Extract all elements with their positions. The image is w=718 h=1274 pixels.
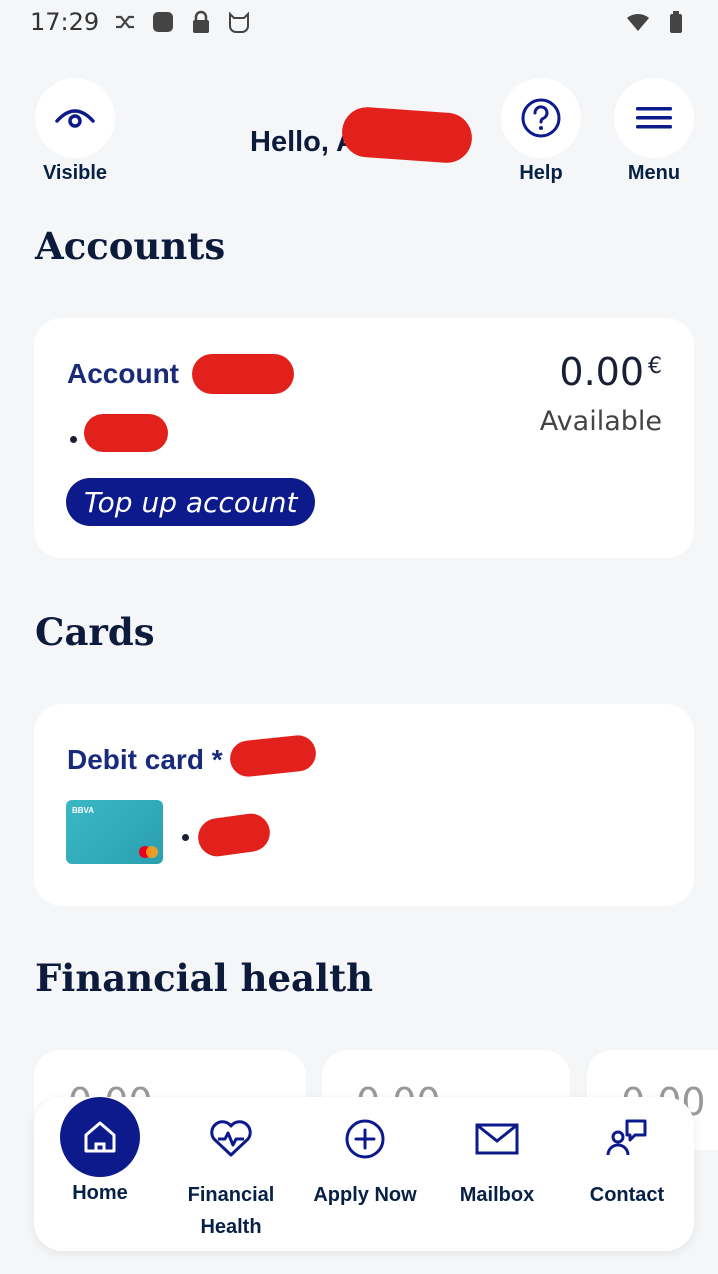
separator-dot [182,834,189,841]
nav-contact[interactable]: Contact [568,1097,686,1251]
shuffle-icon [116,15,135,29]
top-up-account-button[interactable]: Top up account [66,478,316,526]
account-card[interactable]: Account 0.00 € Available Top up account [34,318,694,558]
balance-currency: € [648,354,662,379]
cards-heading: Cards [35,610,155,654]
nav-financial-health-label: Financial Health [187,1184,275,1238]
account-balance: 0.00 € [559,350,662,394]
card-name: Debit card * [67,744,223,775]
square-app-icon [153,12,174,32]
help-button[interactable] [501,78,581,158]
redaction-mark [84,414,168,452]
balance-amount: 0.00 [559,350,644,394]
redaction-mark [228,733,318,779]
debit-card-tile[interactable]: Debit card * BBVA [34,704,694,906]
nav-home-label: Home [72,1182,128,1204]
redaction-mark [195,811,273,859]
nav-mailbox[interactable]: Mailbox [442,1097,552,1251]
cat-icon [229,11,250,33]
visible-label: Visible [42,162,108,184]
eye-icon [55,109,95,128]
help-label: Help [519,162,563,184]
hamburger-menu-icon [636,107,672,129]
nav-financial-health[interactable]: Financial Health [174,1097,288,1251]
plus-circle-icon [325,1099,405,1179]
balance-caption: Available [539,406,662,437]
heart-pulse-icon [191,1099,271,1179]
redaction-mark [192,354,294,394]
redaction-mark [340,105,474,165]
top-bar: Visible Hello, A Help Menu [0,78,718,188]
status-time: 17:29 [30,8,100,36]
help-icon [521,98,561,138]
accounts-heading: Accounts [35,224,226,268]
status-bar: 17:29 [0,0,718,44]
card-brand-logo: BBVA [72,806,95,815]
financial-health-heading: Financial health [35,956,374,1000]
nav-contact-label: Contact [589,1184,665,1206]
wifi-icon [627,13,649,31]
menu-label: Menu [627,162,681,184]
separator-dot [70,436,77,443]
nav-mailbox-label: Mailbox [459,1184,535,1206]
mail-icon [457,1099,537,1179]
nav-apply-now[interactable]: Apply Now [302,1097,428,1251]
contact-icon [587,1099,667,1179]
battery-icon [670,11,682,33]
greeting: Hello, A [250,126,357,158]
lock-icon [193,10,210,33]
nav-apply-now-label: Apply Now [313,1184,417,1206]
account-name: Account [67,358,179,389]
menu-button[interactable] [614,78,694,158]
nav-home[interactable]: Home [40,1097,160,1251]
home-icon [60,1097,140,1177]
bottom-navigation: Home Financial Health Apply Now Mailbox [34,1097,694,1251]
card-thumbnail: BBVA [66,800,163,864]
visibility-toggle-button[interactable] [35,78,115,158]
